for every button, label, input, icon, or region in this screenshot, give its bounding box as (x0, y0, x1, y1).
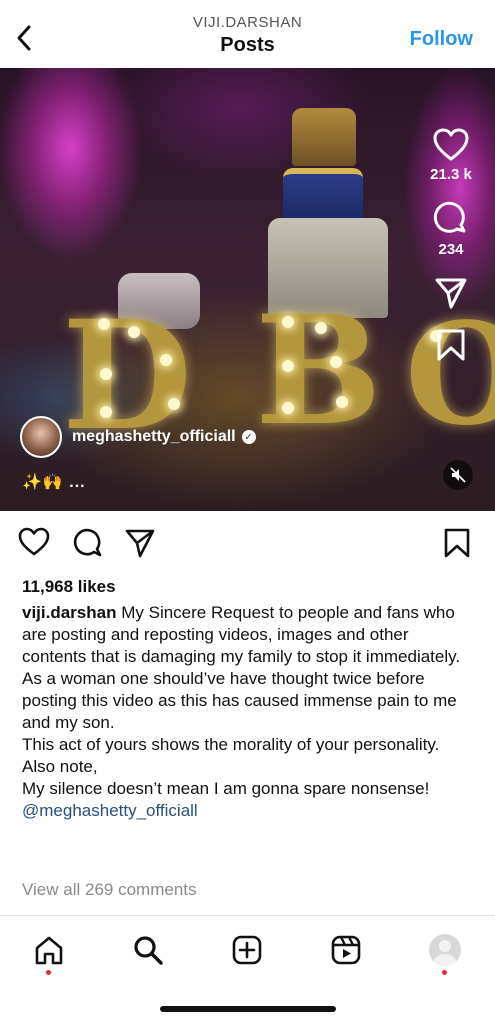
view-comments-link[interactable]: View all 269 comments (22, 880, 197, 900)
follow-button[interactable]: Follow (410, 28, 473, 51)
top-header: VIJI.DARSHAN Posts Follow (0, 0, 495, 68)
post-caption: viji.darshan My Sincere Request to peopl… (22, 602, 472, 822)
media-save-button[interactable] (421, 328, 481, 362)
caption-line: My silence doesn’t mean I am gonna spare… (22, 779, 430, 798)
home-icon (35, 936, 63, 965)
nav-profile-button[interactable] (427, 932, 463, 968)
comment-icon (433, 201, 466, 233)
verified-icon: ✓ (241, 430, 256, 444)
media-share-button[interactable] (421, 276, 481, 310)
nav-create-button[interactable] (229, 932, 265, 968)
nav-search-button[interactable] (130, 932, 166, 968)
post-action-bar (0, 525, 495, 561)
caption-line: This act of yours shows the morality of … (22, 735, 440, 754)
plus-square-icon (232, 935, 262, 965)
marquee-letter-b: B (255, 283, 382, 459)
bookmark-icon (437, 329, 465, 361)
share-icon (435, 278, 467, 309)
mute-icon (450, 467, 466, 483)
nav-home-button[interactable] (31, 932, 67, 968)
heart-icon (433, 128, 469, 161)
profile-avatar (429, 934, 461, 966)
media-like-count: 21.3 k (430, 166, 472, 183)
comment-button[interactable] (72, 527, 104, 564)
caption-line: Also note, (22, 757, 98, 776)
media-comment-button[interactable]: 234 (421, 201, 481, 258)
home-notification-dot (46, 970, 51, 975)
mute-button[interactable] (443, 460, 473, 490)
bookmark-icon (444, 528, 470, 558)
post-media[interactable]: D B O 21.3 k 234 meghashetty_officiall ✓… (0, 68, 495, 511)
home-indicator (160, 1006, 336, 1012)
author-name[interactable]: meghashetty_officiall (72, 428, 236, 446)
heart-icon (18, 527, 50, 556)
cake-crown (292, 108, 356, 166)
share-icon (125, 529, 155, 558)
audio-line[interactable]: ✨🙌 ... (22, 472, 86, 492)
search-icon (134, 936, 163, 965)
profile-notification-dot (442, 970, 447, 975)
caption-username[interactable]: viji.darshan (22, 603, 116, 622)
save-button[interactable] (443, 527, 471, 564)
share-button[interactable] (124, 527, 156, 564)
author-row[interactable]: meghashetty_officiall ✓ (20, 416, 256, 458)
caption-line: As a woman one should’ve have thought tw… (22, 669, 457, 732)
caption-mention[interactable]: @meghashetty_officiall (22, 801, 198, 820)
nav-reels-button[interactable] (328, 932, 364, 968)
likes-count[interactable]: 11,968 likes (22, 577, 116, 597)
comment-icon (73, 528, 102, 557)
reels-icon (331, 935, 361, 965)
media-like-button[interactable]: 21.3 k (421, 128, 481, 183)
author-avatar[interactable] (20, 416, 62, 458)
like-button[interactable] (18, 527, 50, 562)
media-comment-count: 234 (438, 241, 464, 258)
media-side-actions: 21.3 k 234 (421, 128, 481, 380)
